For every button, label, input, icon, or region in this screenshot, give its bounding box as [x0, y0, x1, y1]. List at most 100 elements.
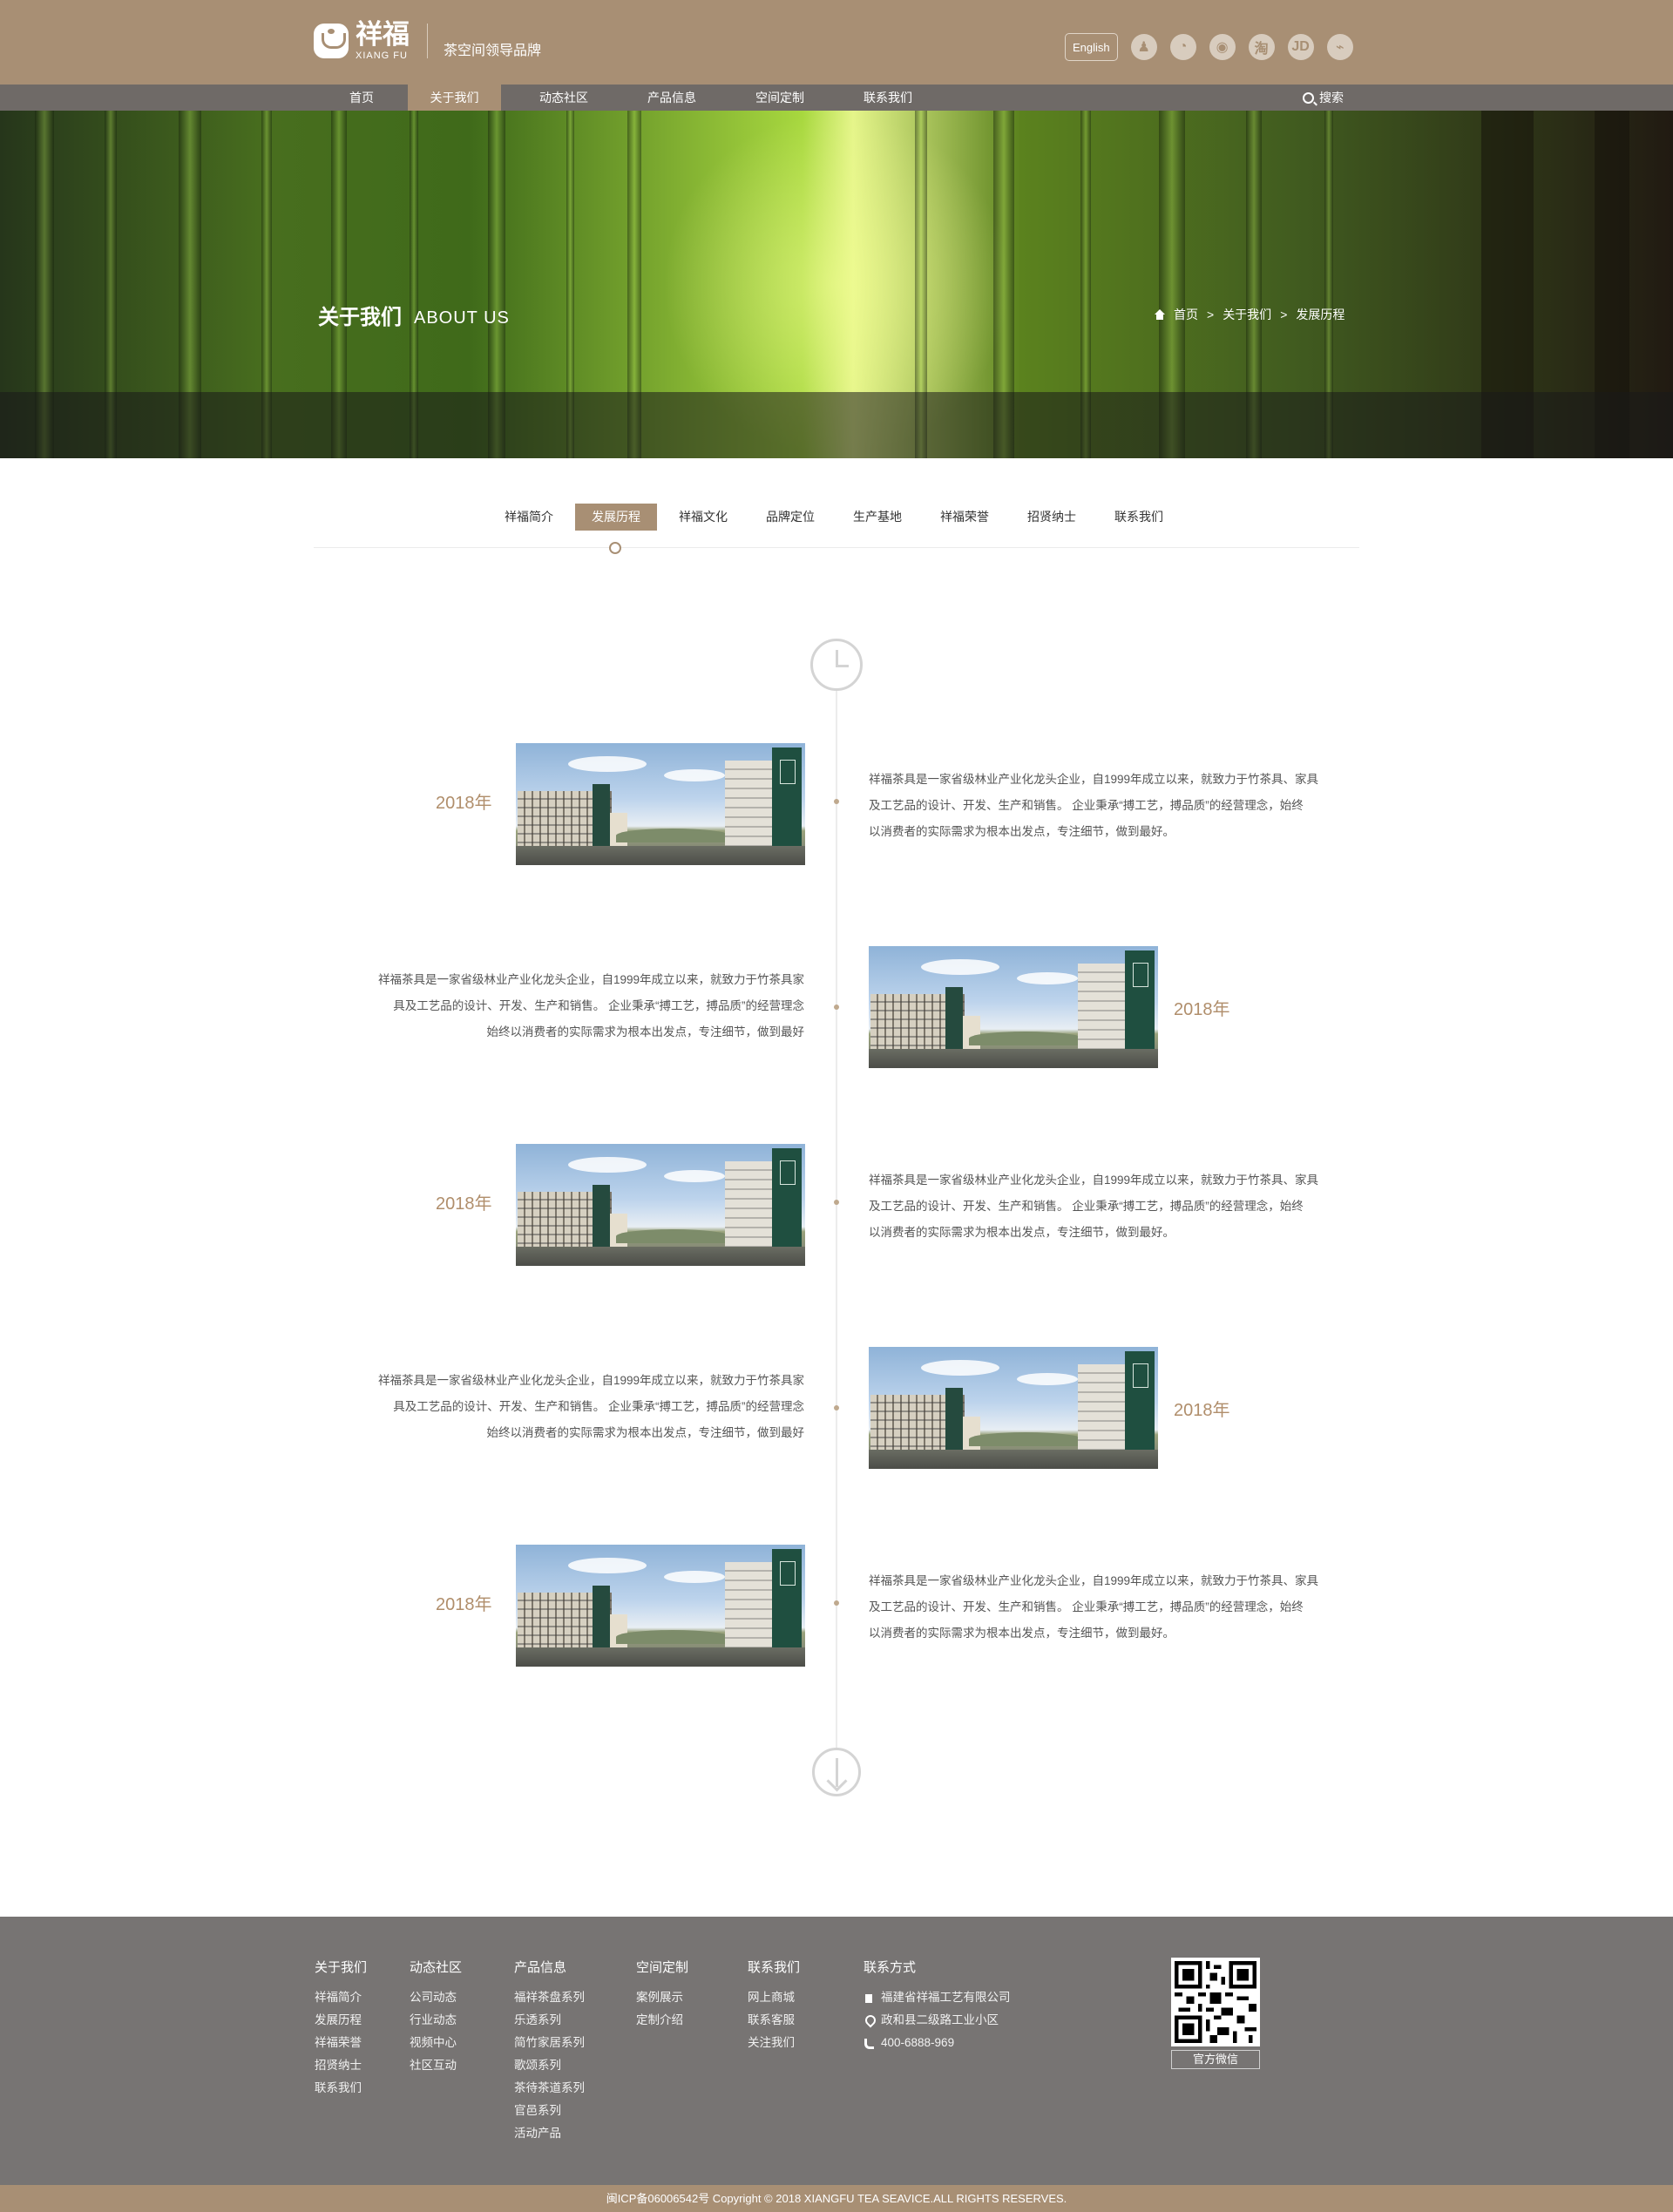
timeline-year: 2018年 — [436, 1595, 492, 1614]
footer-link[interactable]: 活动产品 — [514, 2122, 585, 2145]
taobao-icon[interactable]: 淘 — [1248, 34, 1275, 60]
timeline-dot — [834, 1600, 839, 1606]
timeline-photo[interactable] — [869, 1347, 1158, 1469]
footer-link[interactable]: 茶待茶道系列 — [514, 2077, 585, 2100]
footer-link[interactable]: 网上商城 — [748, 1986, 800, 2009]
logo[interactable]: 祥福 XIANG FU 茶空间领导品牌 — [314, 21, 541, 61]
timeline-description: 祥福茶具是一家省级林业产业化龙头企业，自1999年成立以来，就致力于竹茶具家 具… — [377, 1374, 804, 1439]
breadcrumb: 首页 > 关于我们 > 发展历程 — [1155, 306, 1344, 323]
footer-link[interactable]: 祥福简介 — [315, 1986, 367, 2009]
footer-column-title[interactable]: 产品信息 — [514, 1958, 585, 1975]
company-phone[interactable]: 400-6888-969 — [881, 2032, 954, 2054]
wechat-qr-code — [1171, 1958, 1260, 2046]
building-icon — [864, 1992, 874, 2003]
footer-column-custom-space: 空间定制 案例展示 定制介绍 — [636, 1958, 688, 2032]
timeline-dot — [834, 1005, 839, 1010]
footer-link[interactable]: 歌颂系列 — [514, 2054, 585, 2077]
footer-column-contact: 联系我们 网上商城 联系客服 关注我们 — [748, 1958, 800, 2054]
english-button[interactable]: English — [1065, 33, 1118, 61]
timeline-photo[interactable] — [516, 1545, 805, 1667]
nav-item-community[interactable]: 动态社区 — [520, 85, 607, 111]
qr-code-label: 官方微信 — [1171, 2050, 1260, 2069]
footer-link[interactable]: 视频中心 — [410, 2032, 462, 2054]
footer-link[interactable]: 发展历程 — [315, 2009, 367, 2032]
tab-history[interactable]: 发展历程 — [575, 504, 657, 531]
footer-column-title[interactable]: 动态社区 — [410, 1958, 462, 1975]
timeline-photo[interactable] — [516, 1144, 805, 1266]
tab-recruitment[interactable]: 招贤纳士 — [1011, 504, 1093, 531]
footer-column-products: 产品信息 福祥茶盘系列 乐透系列 简竹家居系列 歌颂系列 茶待茶道系列 官邑系列… — [514, 1958, 585, 2145]
footer-column-title: 联系方式 — [864, 1960, 917, 1975]
jd-icon[interactable]: JD — [1287, 34, 1314, 60]
footer-link[interactable]: 行业动态 — [410, 2009, 462, 2032]
breadcrumb-separator: > — [1207, 308, 1215, 321]
timeline-year: 2018年 — [1174, 1401, 1230, 1420]
store-icon[interactable]: ⌁ — [1326, 34, 1353, 60]
qq-icon[interactable]: ♟ — [1130, 34, 1157, 60]
footer-contact-info: 联系方式 福建省祥福工艺有限公司 政和县二级路工业小区 400-6888-969 — [864, 1958, 1011, 2054]
search-button[interactable]: 搜索 — [1303, 85, 1344, 111]
company-name: 福建省祥福工艺有限公司 — [881, 1991, 1011, 2004]
footer-link[interactable]: 乐透系列 — [514, 2009, 585, 2032]
nav-item-products[interactable]: 产品信息 — [628, 85, 715, 111]
brand-slogan: 茶空间领导品牌 — [444, 44, 542, 58]
footer-link[interactable]: 公司动态 — [410, 1986, 462, 2009]
copyright-bar: 闽ICP备06006542号 Copyright © 2018 XIANGFU … — [0, 2185, 1673, 2212]
clock-icon — [810, 639, 863, 691]
footer-link[interactable]: 案例展示 — [636, 1986, 688, 2009]
timeline-description: 祥福茶具是一家省级林业产业化龙头企业，自1999年成立以来，就致力于竹茶具、家具… — [869, 1574, 1319, 1640]
footer-link[interactable]: 关注我们 — [748, 2032, 800, 2054]
tab-honors[interactable]: 祥福荣誉 — [924, 504, 1006, 531]
wechat-icon[interactable]: ◔ — [1169, 34, 1196, 60]
footer-link[interactable]: 简竹家居系列 — [514, 2032, 585, 2054]
phone-icon — [864, 2038, 874, 2049]
footer-link[interactable]: 联系我们 — [315, 2077, 367, 2100]
timeline-year: 2018年 — [436, 794, 492, 813]
page-title: 关于我们 — [318, 306, 402, 329]
nav-item-home[interactable]: 首页 — [323, 85, 400, 111]
tab-brand-positioning[interactable]: 品牌定位 — [749, 504, 831, 531]
arrow-down-icon[interactable] — [812, 1748, 861, 1796]
footer-column-about: 关于我们 祥福简介 发展历程 祥福荣誉 招贤纳士 联系我们 — [315, 1958, 367, 2100]
timeline-year: 2018年 — [1174, 1000, 1230, 1019]
footer-column-title[interactable]: 关于我们 — [315, 1958, 367, 1975]
teacup-logo-icon — [314, 24, 349, 58]
timeline-dot — [834, 1405, 839, 1410]
footer-link[interactable]: 福祥茶盘系列 — [514, 1986, 585, 2009]
breadcrumb-about[interactable]: 关于我们 — [1223, 306, 1271, 323]
footer-link[interactable]: 联系客服 — [748, 2009, 800, 2032]
timeline-axis — [836, 690, 837, 1748]
footer-link[interactable]: 祥福荣誉 — [315, 2032, 367, 2054]
tabs-divider — [314, 547, 1359, 548]
hero-banner — [0, 111, 1673, 458]
tab-production-base[interactable]: 生产基地 — [836, 504, 918, 531]
timeline-photo[interactable] — [516, 743, 805, 865]
footer-column-community: 动态社区 公司动态 行业动态 视频中心 社区互动 — [410, 1958, 462, 2077]
tab-intro[interactable]: 祥福简介 — [488, 504, 570, 531]
footer-link[interactable]: 官邑系列 — [514, 2100, 585, 2122]
timeline-photo[interactable] — [869, 946, 1158, 1068]
breadcrumb-home[interactable]: 首页 — [1174, 306, 1198, 323]
breadcrumb-current: 发展历程 — [1296, 308, 1345, 321]
footer-column-title[interactable]: 空间定制 — [636, 1958, 688, 1975]
main-nav: 首页 关于我们 动态社区 产品信息 空间定制 联系我们 搜索 — [0, 85, 1673, 111]
nav-item-about[interactable]: 关于我们 — [408, 85, 501, 111]
nav-item-contact[interactable]: 联系我们 — [844, 85, 931, 111]
nav-item-custom-space[interactable]: 空间定制 — [736, 85, 823, 111]
timeline-dot — [834, 799, 839, 804]
weibo-icon[interactable]: ◉ — [1209, 34, 1236, 60]
footer-link[interactable]: 招贤纳士 — [315, 2054, 367, 2077]
breadcrumb-separator: > — [1280, 308, 1288, 321]
footer-column-title[interactable]: 联系我们 — [748, 1958, 800, 1975]
logo-english-name: XIANG FU — [356, 50, 408, 61]
logo-name: 祥福 — [356, 18, 410, 51]
social-links: English ♟ ◔ ◉ 淘 JD ⌁ — [1065, 33, 1353, 61]
tab-culture[interactable]: 祥福文化 — [662, 504, 744, 531]
home-icon — [1155, 309, 1165, 320]
location-pin-icon — [864, 2015, 874, 2026]
timeline-dot — [834, 1200, 839, 1205]
timeline-description: 祥福茶具是一家省级林业产业化龙头企业，自1999年成立以来，就致力于竹茶具、家具… — [869, 773, 1319, 838]
tab-contact[interactable]: 联系我们 — [1098, 504, 1180, 531]
footer-link[interactable]: 定制介绍 — [636, 2009, 688, 2032]
footer-link[interactable]: 社区互动 — [410, 2054, 462, 2077]
